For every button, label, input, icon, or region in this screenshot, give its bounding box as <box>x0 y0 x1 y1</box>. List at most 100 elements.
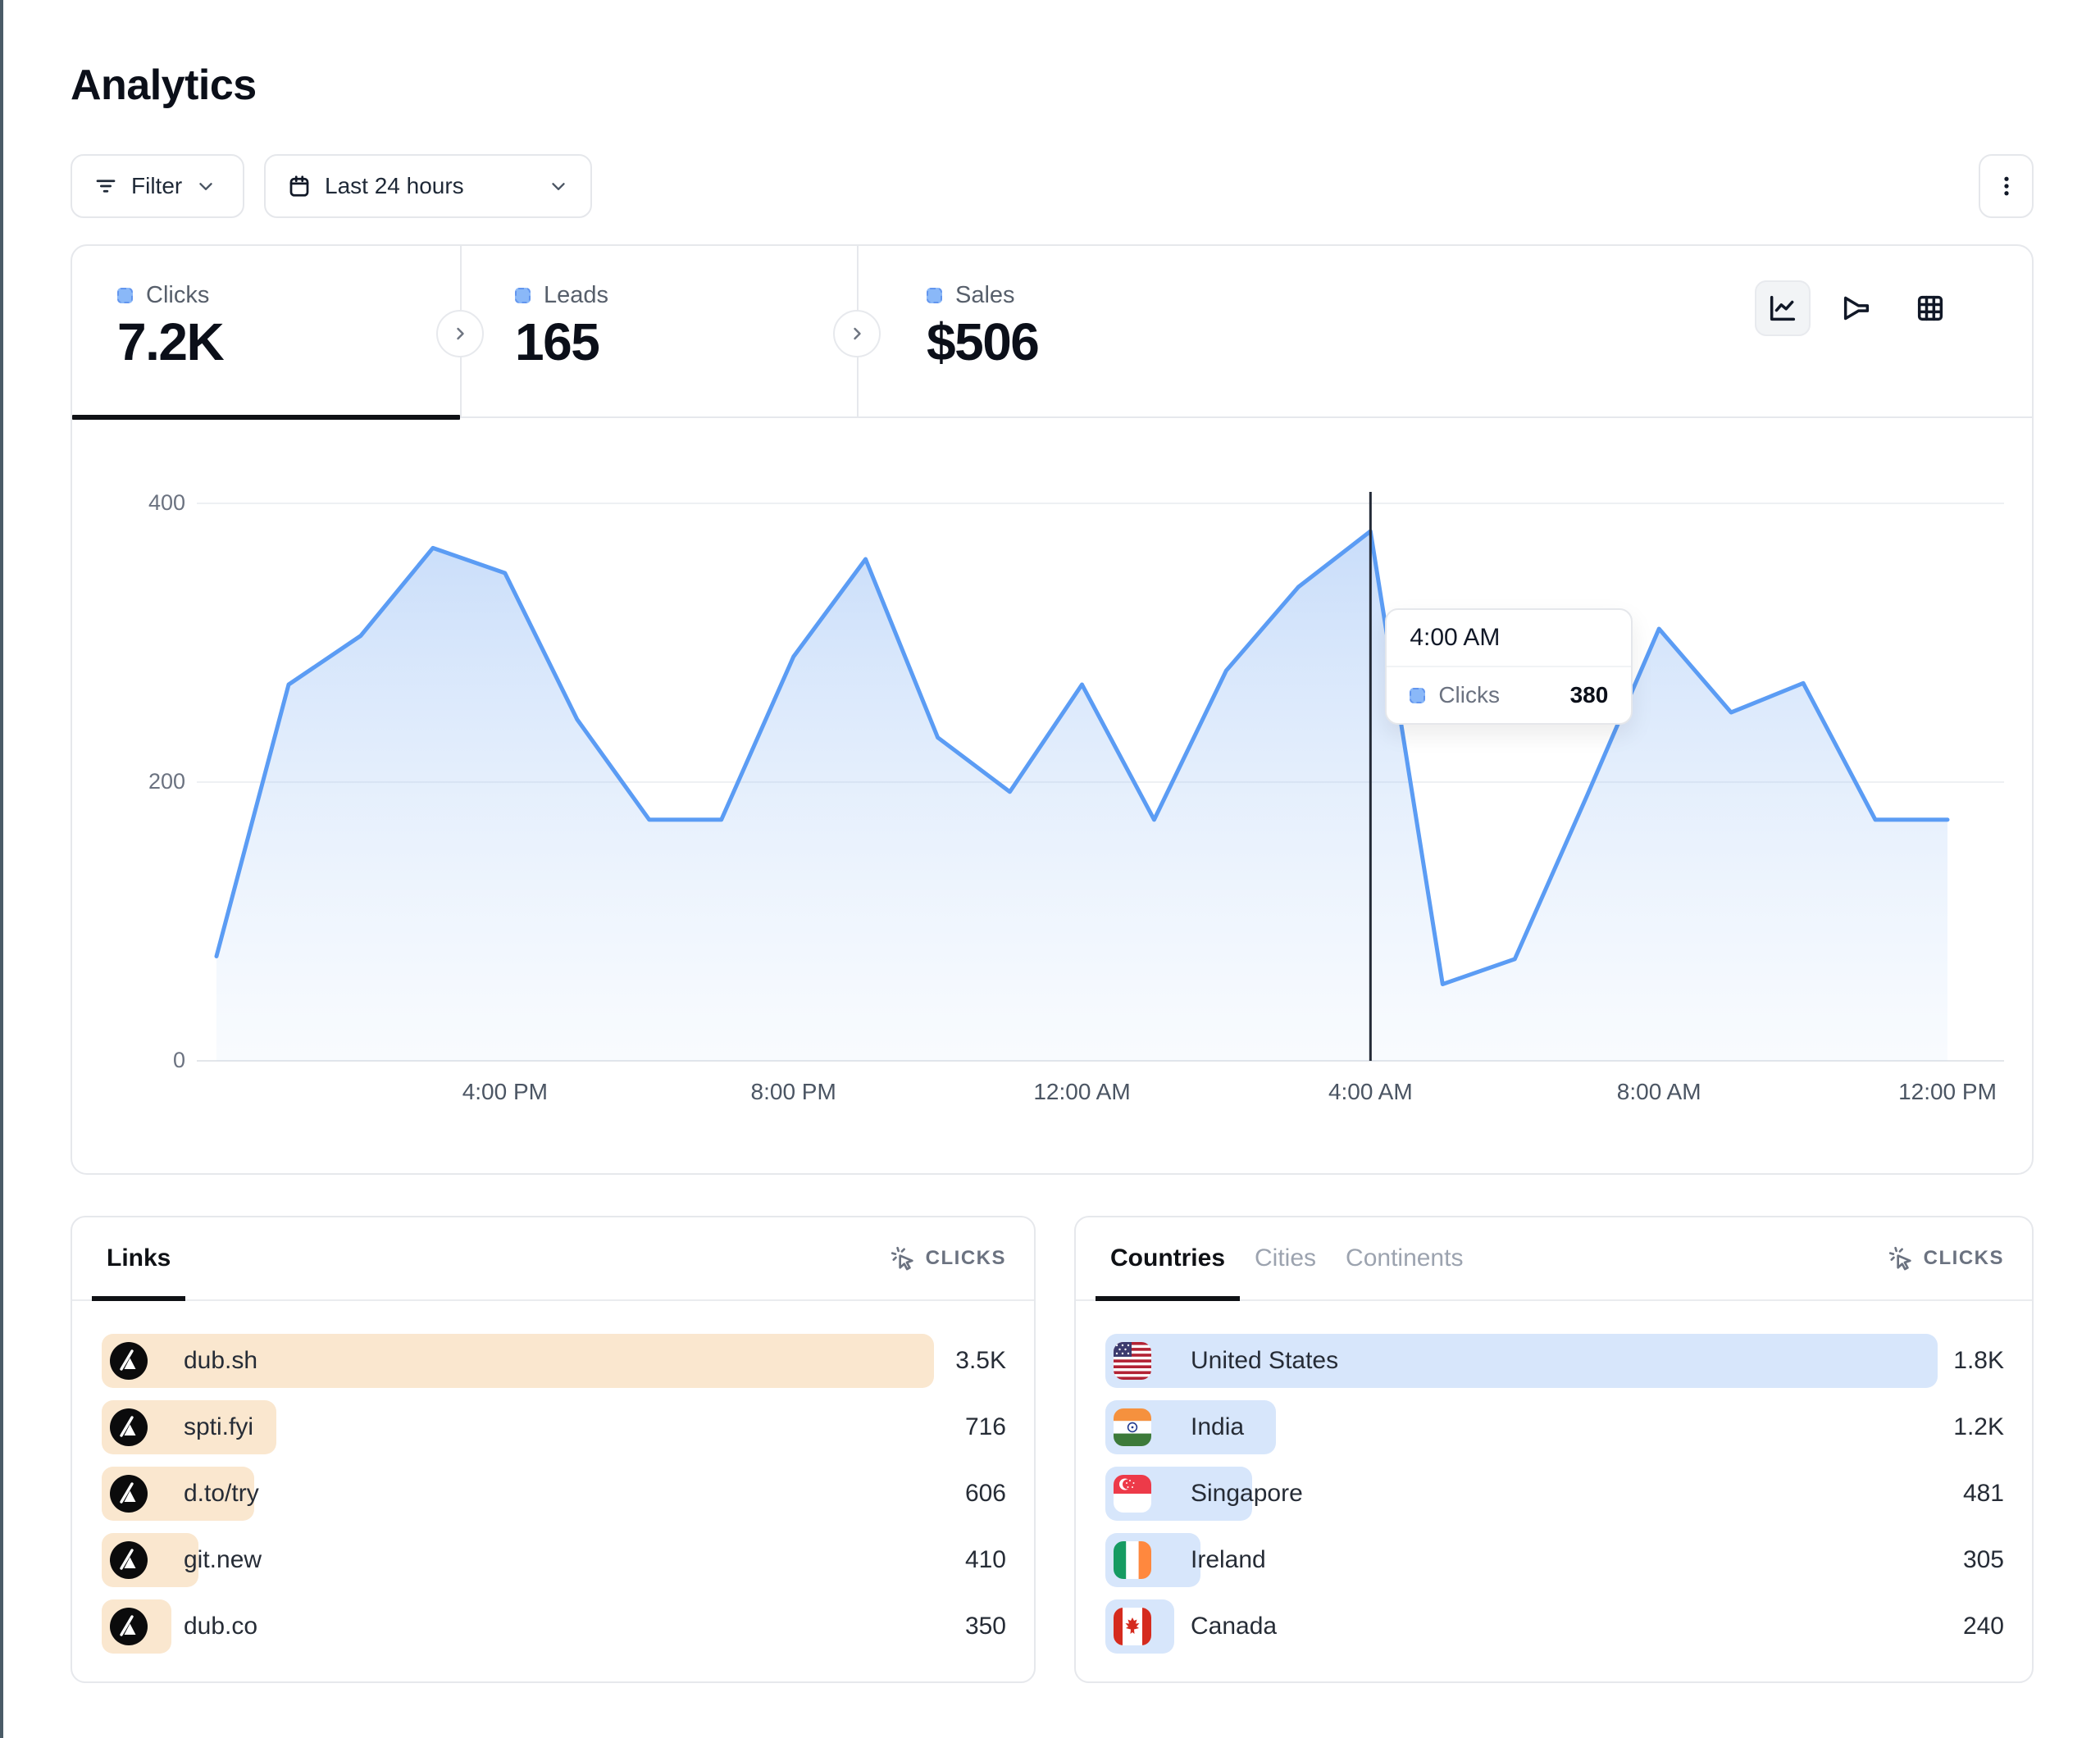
kebab-menu-icon <box>1994 174 2019 198</box>
list-item-label: dub.sh <box>184 1334 257 1388</box>
dub-logo-icon <box>110 1541 148 1579</box>
chevron-down-icon <box>195 175 216 197</box>
stat-tab-clicks[interactable]: Clicks 7.2K <box>72 246 460 418</box>
x-axis-tick: 8:00 AM <box>1569 1079 1749 1105</box>
stat-tab-leads[interactable]: Leads 165 <box>460 246 857 418</box>
tooltip-value: 380 <box>1570 682 1609 708</box>
chart-view-toggle <box>1755 280 1958 336</box>
links-list: dub.sh 3.5K spti.fyi 716 d.to/try 606 git.new 4… <box>102 1334 1006 1666</box>
list-item-label: Ireland <box>1191 1533 1266 1587</box>
filter-lines-icon <box>93 174 118 198</box>
line-chart-view-button[interactable] <box>1755 280 1811 336</box>
list-item-value: 3.5K <box>955 1334 1006 1388</box>
countries-list: United States 1.8K India1.2K Singapore 481 Ir… <box>1105 1334 2004 1666</box>
tab-links[interactable]: Links <box>92 1217 185 1299</box>
y-axis-tick: 200 <box>87 769 185 794</box>
chart-gridlines <box>197 503 2004 1061</box>
list-item[interactable]: United States 1.8K <box>1105 1334 2004 1388</box>
list-item-value: 1.2K <box>1953 1400 2004 1454</box>
countries-panel: CountriesCitiesContinents CLICKS United … <box>1074 1216 2034 1683</box>
more-options-button[interactable] <box>1979 154 2034 218</box>
date-range-label: Last 24 hours <box>325 173 464 199</box>
stats-row: Clicks 7.2K Leads 165 Sales $506 <box>72 246 2032 418</box>
stat-tab-sales[interactable]: Sales $506 <box>857 246 1349 418</box>
list-item-value: 240 <box>1963 1599 2004 1654</box>
tab-countries[interactable]: Countries <box>1096 1217 1240 1299</box>
date-range-button[interactable]: Last 24 hours <box>264 154 592 218</box>
tooltip-series-label: Clicks <box>1438 682 1500 708</box>
list-item[interactable]: spti.fyi 716 <box>102 1400 1006 1454</box>
cursor-click-icon <box>1888 1245 1914 1272</box>
list-item-value: 350 <box>965 1599 1006 1654</box>
tooltip-time: 4:00 AM <box>1387 610 1631 667</box>
chart-tooltip: 4:00 AM Clicks 380 <box>1385 608 1633 725</box>
sg-flag-icon <box>1114 1475 1151 1513</box>
dub-logo-icon <box>110 1475 148 1513</box>
list-item[interactable]: d.to/try 606 <box>102 1467 1006 1521</box>
list-item-value: 481 <box>1963 1467 2004 1521</box>
stat-label: Sales <box>955 282 1015 309</box>
list-item-label: Canada <box>1191 1599 1277 1654</box>
funnel-chart-view-button[interactable] <box>1829 280 1884 336</box>
y-axis-tick: 400 <box>87 490 185 516</box>
sales-series-marker-icon <box>927 288 942 303</box>
tab-continents[interactable]: Continents <box>1331 1217 1478 1299</box>
list-item[interactable]: git.new 410 <box>102 1533 1006 1587</box>
list-item-value: 1.8K <box>1953 1334 2004 1388</box>
calendar-icon <box>287 174 312 198</box>
list-item-label: git.new <box>184 1533 262 1587</box>
in-flag-icon <box>1114 1408 1151 1446</box>
filter-button[interactable]: Filter <box>71 154 244 218</box>
page-title: Analytics <box>71 61 257 110</box>
chevron-right-icon <box>450 324 470 344</box>
expand-leads-button[interactable] <box>436 310 484 357</box>
links-panel: Links CLICKS dub.sh 3.5K spti.fyi 716 d.to/t… <box>71 1216 1036 1683</box>
list-item[interactable]: India1.2K <box>1105 1400 2004 1454</box>
active-stat-underline <box>72 415 460 420</box>
list-item[interactable]: Singapore 481 <box>1105 1467 2004 1521</box>
chevron-down-icon <box>548 175 569 197</box>
list-item[interactable]: Canada 240 <box>1105 1599 2004 1654</box>
dub-logo-icon <box>110 1408 148 1446</box>
stat-value: 7.2K <box>117 312 223 372</box>
area-fill <box>216 531 1947 1061</box>
list-item-label: d.to/try <box>184 1467 259 1521</box>
dub-logo-icon <box>110 1608 148 1645</box>
clicks-series-marker-icon <box>1410 688 1425 703</box>
x-axis-tick: 8:00 PM <box>704 1079 884 1105</box>
list-item-label: Singapore <box>1191 1467 1303 1521</box>
countries-tabs: CountriesCitiesContinents <box>1076 1217 1478 1299</box>
dub-logo-icon <box>110 1475 148 1513</box>
leads-series-marker-icon <box>515 288 531 303</box>
list-item-label: United States <box>1191 1334 1338 1388</box>
links-metric-selector[interactable]: CLICKS <box>890 1245 1006 1272</box>
x-axis-tick: 4:00 AM <box>1280 1079 1460 1105</box>
dub-logo-icon <box>110 1408 148 1446</box>
table-view-button[interactable] <box>1902 280 1958 336</box>
list-item-label: spti.fyi <box>184 1400 253 1454</box>
dub-logo-icon <box>110 1342 148 1380</box>
dub-logo-icon <box>110 1608 148 1645</box>
expand-sales-button[interactable] <box>833 310 881 357</box>
links-tabs: Links <box>72 1217 185 1299</box>
countries-metric-selector[interactable]: CLICKS <box>1888 1245 2004 1272</box>
x-axis-tick: 12:00 AM <box>992 1079 1173 1105</box>
list-item-value: 716 <box>965 1400 1006 1454</box>
list-item-value: 606 <box>965 1467 1006 1521</box>
funnel-chart-icon <box>1840 292 1873 325</box>
stat-value: $506 <box>927 312 1038 372</box>
list-item-value: 410 <box>965 1533 1006 1587</box>
chevron-right-icon <box>847 324 867 344</box>
tab-cities[interactable]: Cities <box>1240 1217 1331 1299</box>
line-chart-icon <box>1766 292 1799 325</box>
list-item[interactable]: dub.co350 <box>102 1599 1006 1654</box>
links-metric-label: CLICKS <box>926 1247 1006 1270</box>
list-item[interactable]: Ireland 305 <box>1105 1533 2004 1587</box>
stat-label: Clicks <box>146 282 209 309</box>
list-item[interactable]: dub.sh 3.5K <box>102 1334 1006 1388</box>
app-edge-divider <box>0 0 3 1738</box>
filter-button-label: Filter <box>131 173 182 199</box>
y-axis-tick: 0 <box>87 1048 185 1073</box>
list-item-value: 305 <box>1963 1533 2004 1587</box>
x-axis-tick: 4:00 PM <box>415 1079 595 1105</box>
